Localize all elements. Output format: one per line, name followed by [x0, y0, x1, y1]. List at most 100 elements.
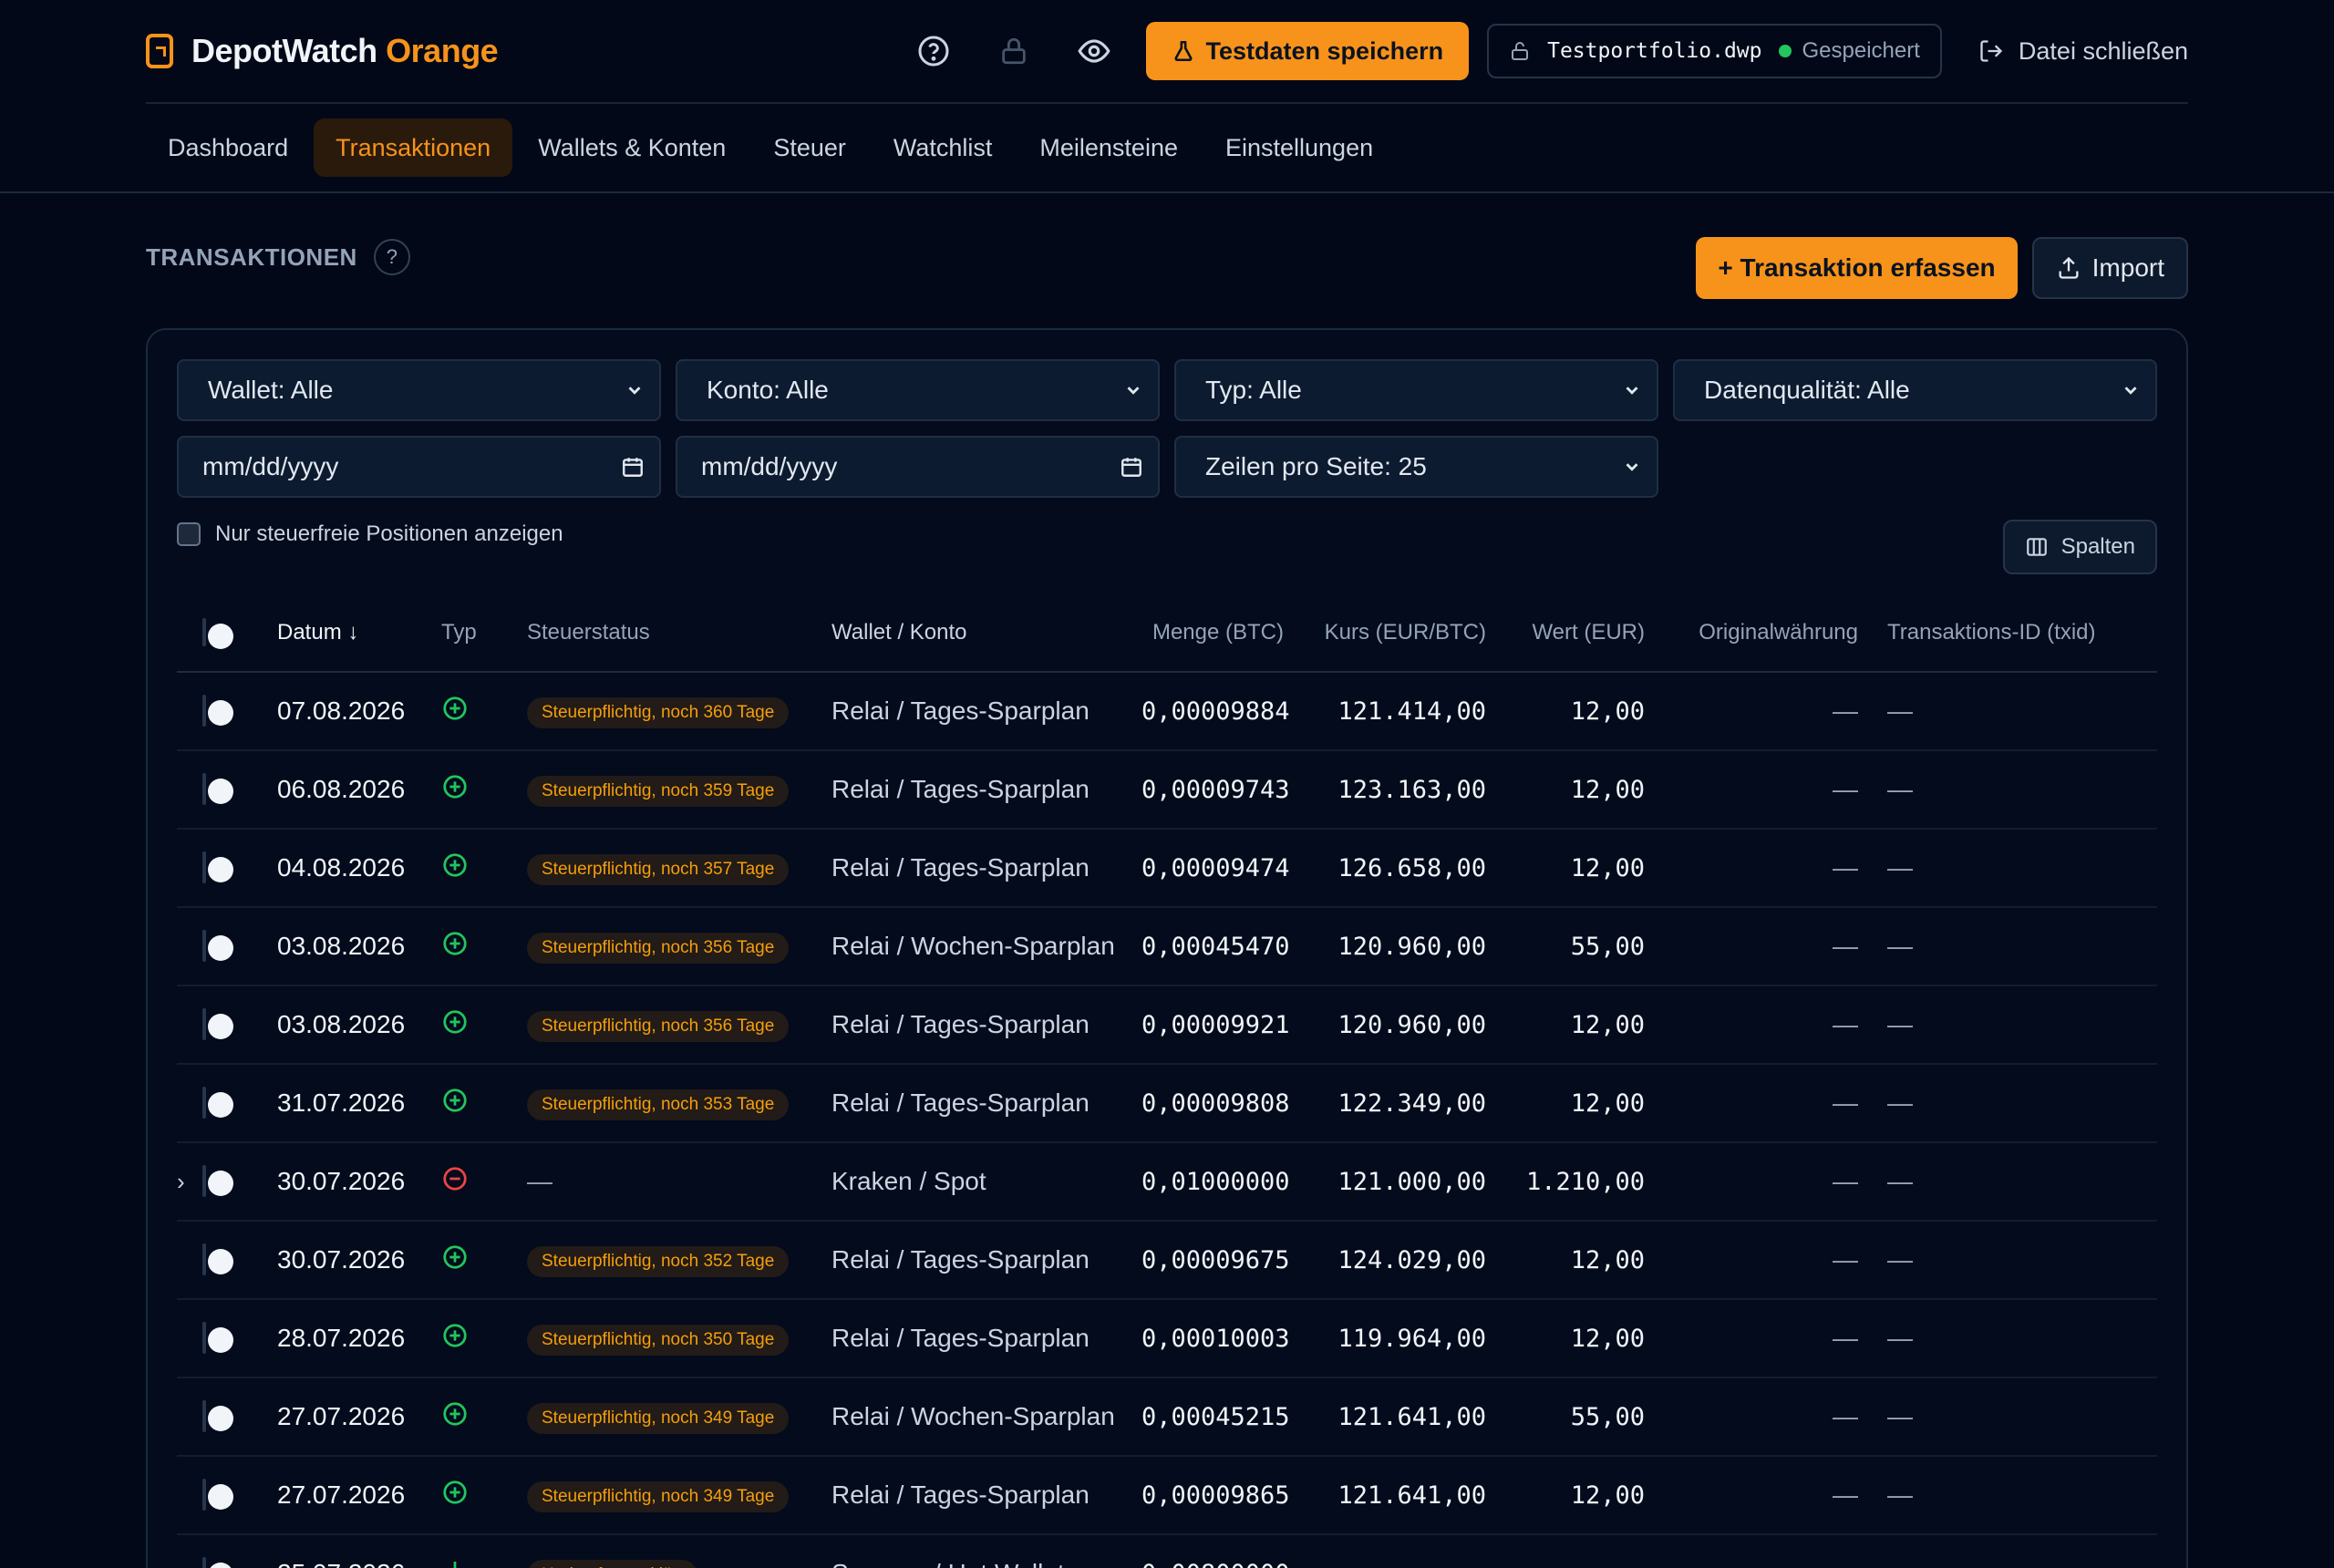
cell-rate: 120.960,00: [1337, 932, 1486, 961]
cell-tax-status: Steuerpflichtig, noch 357 Tage: [527, 851, 831, 885]
row-select-toggle[interactable]: [202, 1322, 206, 1354]
quality-filter-value: Datenqualität: Alle: [1704, 376, 1910, 404]
table-row[interactable]: 03.08.2026 Steuerpflichtig, noch 356 Tage…: [177, 908, 2157, 986]
cell-wallet: Relai / Tages-Sparplan: [831, 1088, 1090, 1117]
col-originalwaehrung[interactable]: Originalwährung: [1645, 620, 1858, 645]
tab-watchlist[interactable]: Watchlist: [872, 119, 1015, 177]
tab-einstellungen[interactable]: Einstellungen: [1203, 119, 1395, 177]
chevron-down-icon: [1127, 387, 1140, 395]
table-row[interactable]: 30.07.2026 Steuerpflichtig, noch 352 Tage…: [177, 1222, 2157, 1300]
col-wallet-konto[interactable]: Wallet / Konto: [831, 620, 1141, 645]
cell-quantity: 0,00009884: [1141, 696, 1290, 726]
chevron-down-icon: [1626, 387, 1638, 395]
cell-tax-status: —: [527, 1167, 831, 1196]
cell-original-currency: —: [1833, 932, 1858, 960]
col-steuerstatus[interactable]: Steuerstatus: [527, 620, 831, 645]
buy-plus-icon: [443, 696, 467, 720]
save-test-data-button[interactable]: Testdaten speichern: [1145, 22, 1470, 80]
tab-steuer[interactable]: Steuer: [751, 119, 868, 177]
row-select-toggle[interactable]: [202, 1243, 206, 1275]
col-typ[interactable]: Typ: [441, 620, 527, 645]
row-select-toggle[interactable]: [202, 1400, 206, 1432]
type-filter-select[interactable]: Typ: Alle: [1174, 359, 1658, 421]
row-select-toggle[interactable]: [202, 851, 206, 883]
row-select-toggle[interactable]: [202, 1557, 206, 1568]
cell-tax-status: Steuerpflichtig, noch 356 Tage: [527, 930, 831, 964]
table-row[interactable]: 28.07.2026 Steuerpflichtig, noch 350 Tage…: [177, 1300, 2157, 1378]
row-select-toggle[interactable]: [202, 1479, 206, 1511]
eye-icon[interactable]: [1066, 23, 1122, 79]
row-select-toggle[interactable]: [202, 930, 206, 962]
lock-icon[interactable]: [986, 23, 1042, 79]
calendar-icon[interactable]: [621, 455, 645, 479]
cell-quantity: 0,00800000: [1141, 1560, 1290, 1568]
date-from-input[interactable]: mm/dd/yyyy: [177, 436, 661, 498]
table-row[interactable]: 07.08.2026 Steuerpflichtig, noch 360 Tage…: [177, 673, 2157, 751]
table-row[interactable]: › 30.07.2026 — Kraken / Spot 0,01000000 121.0…: [177, 1143, 2157, 1222]
cell-txid: —: [1887, 1010, 1913, 1038]
expand-row-chevron[interactable]: ›: [177, 1560, 202, 1568]
tab-wallets-konten[interactable]: Wallets & Konten: [516, 119, 748, 177]
sell-minus-icon: [443, 1166, 467, 1191]
logout-icon: [1980, 40, 2003, 62]
cell-rate: 119.964,00: [1337, 1324, 1486, 1353]
cell-original-currency: —: [1833, 1167, 1858, 1195]
cell-value: 12,00: [1570, 1010, 1645, 1039]
table-row[interactable]: 27.07.2026 Steuerpflichtig, noch 349 Tage…: [177, 1457, 2157, 1535]
cell-type: [441, 851, 527, 885]
tax-free-filter[interactable]: Nur steuerfreie Positionen anzeigen: [177, 521, 563, 547]
table-row[interactable]: 31.07.2026 Steuerpflichtig, noch 353 Tage…: [177, 1065, 2157, 1143]
cell-type: [441, 773, 527, 807]
table-row[interactable]: 04.08.2026 Steuerpflichtig, noch 357 Tage…: [177, 830, 2157, 908]
account-filter-select[interactable]: Konto: Alle: [676, 359, 1160, 421]
account-filter-value: Konto: Alle: [707, 376, 829, 404]
add-transaction-button[interactable]: + Transaktion erfassen: [1696, 237, 2018, 299]
import-label: Import: [2091, 253, 2164, 282]
brand[interactable]: DepotWatch Orange: [146, 32, 499, 70]
row-select-toggle[interactable]: [202, 1008, 206, 1040]
expand-row-chevron[interactable]: ›: [177, 1168, 202, 1196]
cell-value: 12,00: [1570, 1324, 1645, 1353]
import-button[interactable]: Import: [2031, 237, 2188, 299]
calendar-icon[interactable]: [1120, 455, 1143, 479]
close-file-button[interactable]: Datei schließen: [1978, 37, 2188, 66]
tab-dashboard[interactable]: Dashboard: [146, 119, 310, 177]
buy-plus-icon: [443, 1009, 467, 1034]
row-select-toggle[interactable]: [202, 695, 206, 727]
select-all-toggle[interactable]: [202, 618, 206, 646]
col-txid[interactable]: Transaktions-ID (txid): [1858, 620, 2157, 645]
page-size-select[interactable]: Zeilen pro Seite: 25: [1174, 436, 1658, 498]
row-select-toggle[interactable]: [202, 1165, 206, 1197]
tab-meilensteine[interactable]: Meilensteine: [1017, 119, 1200, 177]
wallet-filter-select[interactable]: Wallet: Alle: [177, 359, 661, 421]
cell-date: 27.07.2026: [277, 1402, 406, 1430]
col-kurs[interactable]: Kurs (EUR/BTC): [1284, 620, 1486, 645]
tax-status-badge: Steuerpflichtig, noch 352 Tage: [527, 1245, 790, 1277]
transactions-card: Wallet: Alle Konto: Alle Typ: Alle Daten…: [146, 328, 2188, 1568]
table-row[interactable]: 06.08.2026 Steuerpflichtig, noch 359 Tage…: [177, 751, 2157, 830]
row-select-toggle[interactable]: [202, 773, 206, 805]
cell-original-currency: —: [1833, 1480, 1858, 1509]
cell-rate: 121.641,00: [1337, 1402, 1486, 1431]
file-status-pill: Testportfolio.dwp Gespeichert: [1487, 24, 1942, 78]
table-row[interactable]: 03.08.2026 Steuerpflichtig, noch 356 Tage…: [177, 986, 2157, 1065]
col-wert[interactable]: Wert (EUR): [1486, 620, 1645, 645]
col-datum[interactable]: Datum ↓: [277, 620, 441, 645]
table-row[interactable]: 27.07.2026 Steuerpflichtig, noch 349 Tage…: [177, 1378, 2157, 1457]
date-to-input[interactable]: mm/dd/yyyy: [676, 436, 1160, 498]
cell-value: 12,00: [1570, 1088, 1645, 1118]
tab-transaktionen[interactable]: Transaktionen: [314, 119, 513, 177]
cell-txid: —: [1887, 1245, 1913, 1274]
tax-free-checkbox[interactable]: [177, 522, 201, 546]
help-icon[interactable]: ?: [373, 239, 410, 275]
table-row[interactable]: › 25.07.2026 Herkunft ungeklärt Sparrow / H…: [177, 1535, 2157, 1568]
cell-date: 07.08.2026: [277, 696, 406, 725]
row-select-toggle[interactable]: [202, 1087, 206, 1119]
cell-date: 25.07.2026: [277, 1559, 441, 1568]
col-menge[interactable]: Menge (BTC): [1141, 620, 1284, 645]
help-icon[interactable]: [905, 23, 962, 79]
tax-status-badge: Steuerpflichtig, noch 357 Tage: [527, 853, 790, 885]
quality-filter-select[interactable]: Datenqualität: Alle: [1673, 359, 2157, 421]
columns-button[interactable]: Spalten: [2002, 520, 2157, 574]
cell-tax-status: Steuerpflichtig, noch 349 Tage: [527, 1479, 831, 1512]
